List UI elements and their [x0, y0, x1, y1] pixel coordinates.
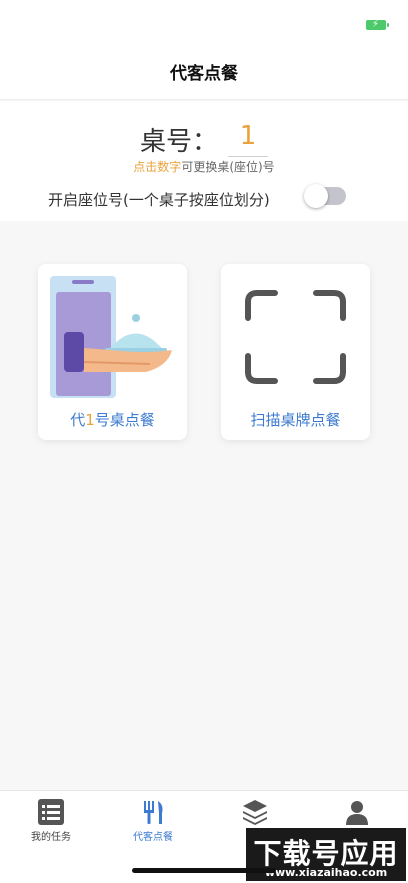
- hint-accent-text: 点击数字: [133, 160, 182, 174]
- table-number-row: 桌号： 1: [0, 119, 408, 159]
- page-title: 代客点餐: [170, 64, 238, 84]
- change-table-hint: 点击数字可更换桌(座位)号: [0, 158, 408, 175]
- tab-valet-order-label: 代客点餐: [133, 832, 173, 843]
- order-for-table-label: 代1号桌点餐: [38, 409, 187, 430]
- table-number-label: 桌号：: [140, 127, 219, 157]
- order-for-table-card[interactable]: 代1号桌点餐: [38, 264, 187, 440]
- tab-valet-order[interactable]: 代客点餐: [102, 799, 204, 843]
- card-label-prefix: 代: [70, 411, 86, 429]
- hint-rest-text: 可更换桌(座位)号: [181, 160, 275, 174]
- layers-icon: [243, 800, 267, 825]
- fork-knife-icon: [144, 801, 163, 824]
- tab-my-tasks[interactable]: 我的任务: [0, 799, 102, 843]
- table-settings: 桌号： 1 点击数字可更换桌(座位)号 开启座位号(一个桌子按座位划分): [0, 101, 408, 221]
- seat-number-label: 开启座位号(一个桌子按座位划分): [48, 191, 270, 209]
- battery-charging-icon: ⚡: [366, 19, 389, 30]
- toggle-knob: [304, 184, 328, 208]
- seat-number-toggle[interactable]: [304, 184, 346, 208]
- watermark-logo: 下载号应用 www.xiazaihao.com: [244, 826, 408, 883]
- status-bar: ⚡: [0, 0, 408, 50]
- home-indicator[interactable]: [132, 868, 276, 873]
- tab-my-tasks-label: 我的任务: [31, 832, 71, 843]
- navigation-bar: 代客点餐: [0, 50, 408, 100]
- list-icon: [38, 799, 64, 825]
- table-number-value[interactable]: 1: [228, 121, 268, 157]
- scan-frame-icon: [245, 290, 346, 384]
- scan-table-label: 扫描桌牌点餐: [250, 411, 341, 429]
- door-cloche-icon: [50, 276, 172, 398]
- card-label-suffix: 号桌点餐: [94, 411, 155, 429]
- person-icon: [346, 801, 368, 825]
- scan-table-card[interactable]: 扫描桌牌点餐: [221, 264, 370, 440]
- card-label-number: 1: [85, 411, 95, 429]
